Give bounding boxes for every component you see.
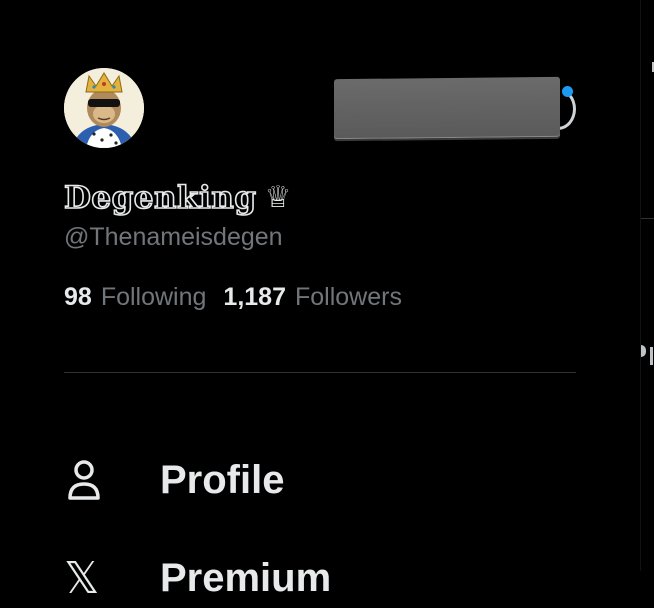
user-handle: @Thenameisdegen [64,223,283,251]
crown-icon: ♕ [264,180,292,215]
display-name[interactable]: Degenking ♕ [63,176,292,220]
following-label: Following [100,283,207,311]
following-link[interactable]: 98 Following [64,281,206,313]
avatar[interactable] [64,68,144,148]
followers-link[interactable]: 1,187 Followers [223,281,402,313]
person-icon [64,450,112,510]
account-drawer: Degenking ♕ @Thenameisdegen 98 Following … [0,0,640,604]
nav-item-premium[interactable]: 𝕏 Premium [64,548,331,608]
followers-label: Followers [294,283,402,311]
divider [64,372,576,373]
x-logo-icon: 𝕏 [64,552,100,604]
following-count: 98 [64,283,92,311]
notification-dot [562,86,573,97]
edge-divider [641,218,654,219]
nav-item-label: Premium [160,555,332,600]
edge-mark [650,347,653,365]
display-name-text: Degenking [63,179,257,217]
followers-count: 1,187 [223,283,286,311]
nav-item-profile[interactable]: Profile [64,450,284,510]
redacted-region [334,76,560,140]
background-content-edge [640,0,654,571]
crowned-ape-avatar-icon [64,68,144,148]
nav-item-label: Profile [160,457,285,502]
edge-mark [641,345,646,357]
follow-stats: 98 Following 1,187 Followers [64,281,402,313]
